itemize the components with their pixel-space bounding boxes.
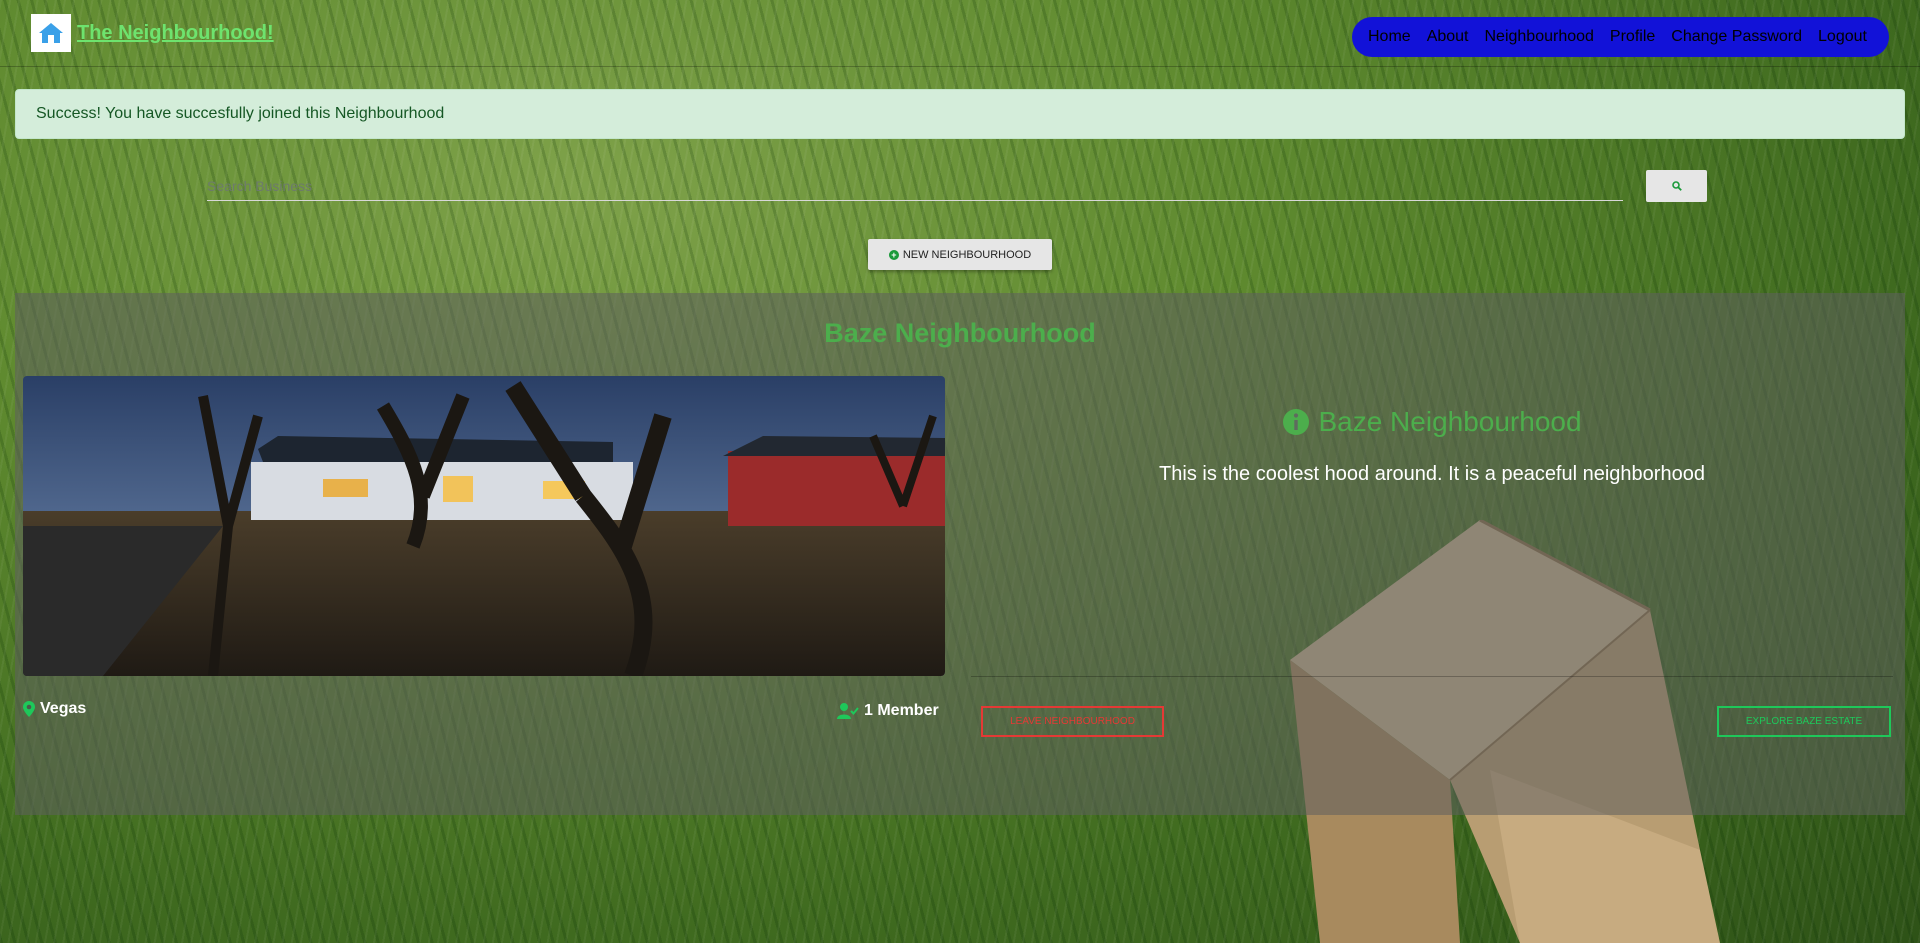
alert-text: Success! You have succesfully joined thi… <box>36 105 445 122</box>
nav-link-logout[interactable]: Logout <box>1818 28 1867 46</box>
info-circle-icon <box>1283 409 1310 435</box>
neighbourhood-card: Baze Neighbourhood Vegas 1 Member Baze N… <box>15 293 1905 815</box>
navbar: The Neighbourhood! Home About Neighbourh… <box>0 0 1920 67</box>
nav-menu: Home About Neighbourhood Profile Change … <box>1352 17 1889 57</box>
neighbourhood-info: Baze Neighbourhood This is the coolest h… <box>971 376 1893 677</box>
new-neighbourhood-button[interactable]: + NEW NEIGHBOURHOOD <box>868 239 1052 270</box>
neighbourhood-photo <box>23 376 945 676</box>
location: Vegas <box>23 700 86 718</box>
brand-title[interactable]: The Neighbourhood! <box>77 22 274 45</box>
leave-neighbourhood-button[interactable]: LEAVE NEIGHBOURHOOD <box>981 706 1164 737</box>
nav-link-home[interactable]: Home <box>1368 28 1411 46</box>
search-input[interactable] <box>207 172 1623 201</box>
new-neighbourhood-label: NEW NEIGHBOURHOOD <box>902 248 1032 261</box>
member-count: 1 Member <box>837 702 939 720</box>
search-button[interactable] <box>1646 170 1707 202</box>
plus-circle-icon: + <box>888 249 899 260</box>
neighbourhood-description: This is the coolest hood around. It is a… <box>1159 463 1705 485</box>
user-check-icon <box>837 703 859 719</box>
map-marker-icon <box>23 701 35 717</box>
brand[interactable]: The Neighbourhood! <box>31 14 274 52</box>
neighbourhood-title: Baze Neighbourhood <box>824 318 1096 348</box>
location-text: Vegas <box>40 700 87 717</box>
nav-link-neighbourhood[interactable]: Neighbourhood <box>1485 28 1594 46</box>
member-count-text: 1 Member <box>864 702 939 719</box>
search-icon <box>1671 181 1682 191</box>
explore-estate-button[interactable]: EXPLORE BAZE ESTATE <box>1717 706 1891 737</box>
info-title-text: Baze Neighbourhood <box>1318 406 1582 437</box>
info-title: Baze Neighbourhood <box>971 406 1893 438</box>
nav-link-change-password[interactable]: Change Password <box>1671 28 1802 46</box>
nav-link-profile[interactable]: Profile <box>1610 28 1655 46</box>
nav-link-about[interactable]: About <box>1427 28 1469 46</box>
home-icon <box>31 14 71 52</box>
success-alert: Success! You have succesfully joined thi… <box>15 89 1905 139</box>
